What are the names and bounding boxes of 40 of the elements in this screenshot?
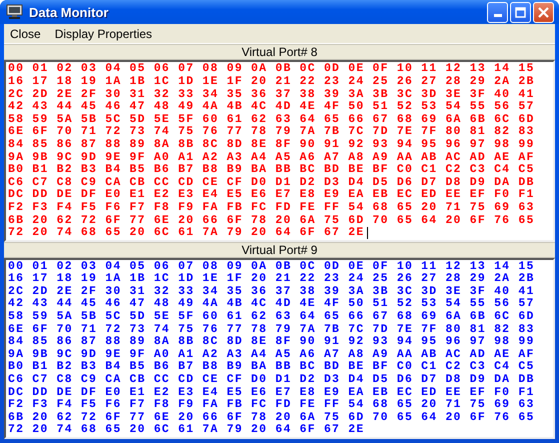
- minimize-icon: [494, 14, 502, 18]
- maximize-button[interactable]: [510, 2, 531, 23]
- maximize-icon: [515, 6, 526, 18]
- hex-line: DC DD DE DF E0 E1 E2 E3 E4 E5 E6 E7 E8 E9 EA EB EC ED EE EF F0 F1: [8, 189, 535, 202]
- close-button[interactable]: [533, 2, 554, 23]
- hex-line: 9A 9B 9C 9D 9E 9F A0 A1 A2 A3 A4 A5 A6 A7 A8 A9 AA AB AC AD AE AF: [8, 152, 535, 164]
- hex-line: DC DD DE DF E0 E1 E2 E3 E4 E5 E6 E7 E8 E9 EA EB EC ED EE EF F0 F1: [8, 386, 535, 399]
- menu-item[interactable]: Display Properties: [54, 26, 152, 41]
- hex-line: 00 01 02 03 04 05 06 07 08 09 0A 0B 0C 0D 0E 0F 10 11 12 13 14 15: [8, 260, 535, 273]
- hex-line: 16 17 18 19 1A 1B 1C 1D 1E 1F 20 21 22 23 24 25 26 27 28 29 2A 2B: [8, 273, 535, 286]
- hex-line: 2C 2D 2E 2F 30 31 32 33 34 35 36 37 38 39 3A 3B 3C 3D 3E 3F 40 41: [8, 286, 535, 298]
- hex-line: B0 B1 B2 B3 B4 B5 B6 B7 B8 B9 BA BB BC BD BE BF C0 C1 C2 C3 C4 C5: [8, 164, 535, 177]
- hex-line: 9A 9B 9C 9D 9E 9F A0 A1 A2 A3 A4 A5 A6 A7 A8 A9 AA AB AC AD AE AF: [8, 348, 535, 361]
- hex-line: 58 59 5A 5B 5C 5D 5E 5F 60 61 62 63 64 65 66 67 68 69 6A 6B 6C 6D: [8, 311, 535, 324]
- hex-line: F2 F3 F4 F5 F6 F7 F8 F9 FA FB FC FD FE FF 54 68 65 20 71 75 69 63: [8, 202, 535, 214]
- hex-line: 6E 6F 70 71 72 73 74 75 76 77 78 79 7A 7B 7C 7D 7E 7F 80 81 82 83: [8, 324, 535, 336]
- port-title: Virtual Port# 8: [242, 45, 318, 60]
- monitor-icon: [6, 4, 24, 20]
- hex-line: 6E 6F 70 71 72 73 74 75 76 77 78 79 7A 7B 7C 7D 7E 7F 80 81 82 83: [8, 126, 535, 139]
- hex-line: C6 C7 C8 C9 CA CB CC CD CE CF D0 D1 D2 D3 D4 D5 D6 D7 D8 D9 DA DB: [8, 374, 535, 387]
- hex-line: 84 85 86 87 88 89 8A 8B 8C 8D 8E 8F 90 91 92 93 94 95 96 97 98 99: [8, 336, 535, 349]
- hex-line: 84 85 86 87 88 89 8A 8B 8C 8D 8E 8F 90 91 92 93 94 95 96 97 98 99: [8, 138, 535, 152]
- hex-line: 2C 2D 2E 2F 30 31 32 33 34 35 36 37 38 39 3A 3B 3C 3D 3E 3F 40 41: [8, 88, 535, 101]
- hex-line: 42 43 44 45 46 47 48 49 4A 4B 4C 4D 4E 4F 50 51 52 53 54 55 56 57: [8, 101, 535, 114]
- close-icon: [538, 6, 549, 18]
- hex-line: 42 43 44 45 46 47 48 49 4A 4B 4C 4D 4E 4F 50 51 52 53 54 55 56 57: [8, 298, 535, 311]
- hex-line: 16 17 18 19 1A 1B 1C 1D 1E 1F 20 21 22 23 24 25 26 27 28 29 2A 2B: [8, 76, 535, 89]
- hex-line: 6B 20 62 72 6F 77 6E 20 66 6F 78 20 6A 75 6D 70 65 64 20 6F 76 65: [8, 412, 535, 424]
- window-title: Data Monitor: [29, 4, 108, 20]
- hex-line: C6 C7 C8 C9 CA CB CC CD CE CF D0 D1 D2 D3 D4 D5 D6 D7 D8 D9 DA DB: [8, 176, 535, 189]
- minimize-button[interactable]: [487, 2, 508, 23]
- hex-line: 6B 20 62 72 6F 77 6E 20 66 6F 78 20 6A 75 6D 70 65 64 20 6F 76 65: [8, 214, 535, 227]
- hex-line: 58 59 5A 5B 5C 5D 5E 5F 60 61 62 63 64 65 66 67 68 69 6A 6B 6C 6D: [8, 114, 535, 126]
- hex-line: 72 20 74 68 65 20 6C 61 7A 79 20 64 6F 67 2E: [8, 424, 364, 437]
- hex-line: 00 01 02 03 04 05 06 07 08 09 0A 0B 0C 0D 0E 0F 10 11 12 13 14 15: [8, 63, 535, 76]
- menu-item[interactable]: Close: [10, 26, 41, 41]
- hex-line: F2 F3 F4 F5 F6 F7 F8 F9 FA FB FC FD FE FF 54 68 65 20 71 75 69 63: [8, 399, 535, 412]
- hex-line: B0 B1 B2 B3 B4 B5 B6 B7 B8 B9 BA BB BC BD BE BF C0 C1 C2 C3 C4 C5: [8, 361, 535, 374]
- port-title: Virtual Port# 9: [242, 242, 318, 257]
- hex-line: 72 20 74 68 65 20 6C 61 7A 79 20 64 6F 67 2E: [8, 227, 364, 240]
